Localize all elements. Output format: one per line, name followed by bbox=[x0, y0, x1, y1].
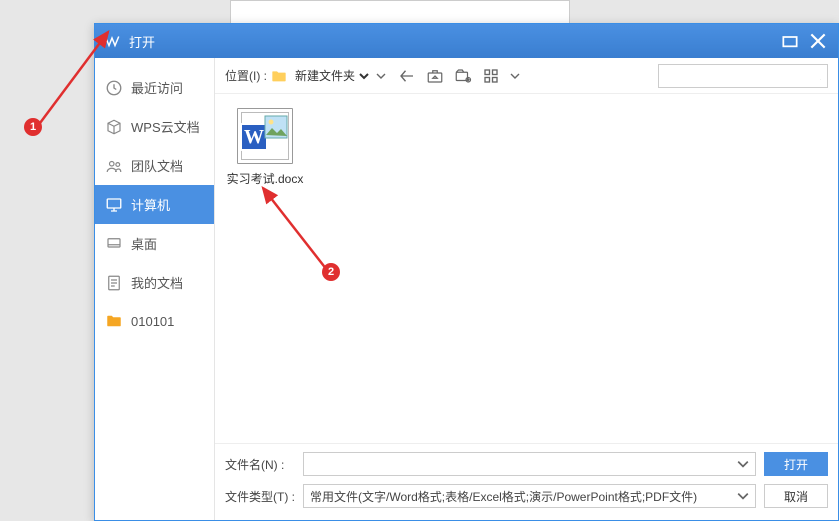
sidebar-item-010101[interactable]: 010101 bbox=[95, 302, 214, 340]
search-box[interactable] bbox=[658, 64, 828, 88]
image-preview-icon bbox=[264, 115, 288, 139]
filename-label: 文件名(N) : bbox=[225, 456, 295, 473]
sidebar-item-label: 010101 bbox=[131, 314, 174, 329]
sidebar-item-label: 桌面 bbox=[131, 234, 157, 253]
annotation-badge-1: 1 bbox=[24, 118, 42, 136]
monitor-icon bbox=[105, 196, 123, 214]
up-icon[interactable] bbox=[426, 67, 444, 85]
sidebar-item-label: 最近访问 bbox=[131, 78, 183, 97]
chevron-down-icon[interactable] bbox=[510, 71, 520, 81]
file-item[interactable]: W 实习考试.docx bbox=[225, 108, 305, 187]
wps-logo-icon bbox=[103, 32, 121, 50]
search-input[interactable] bbox=[665, 69, 820, 83]
sidebar-item-desktop[interactable]: 桌面 bbox=[95, 224, 214, 263]
document-icon bbox=[105, 274, 123, 292]
view-mode-icon[interactable] bbox=[482, 67, 500, 85]
team-icon bbox=[105, 157, 123, 175]
search-icon bbox=[820, 69, 821, 83]
toolbar: 位置(I) : 新建文件夹 bbox=[215, 58, 838, 94]
file-thumbnail: W bbox=[237, 108, 293, 164]
filetype-value: 常用文件(文字/Word格式;表格/Excel格式;演示/PowerPoint格… bbox=[310, 488, 737, 505]
sidebar-item-computer[interactable]: 计算机 bbox=[95, 185, 214, 224]
chevron-down-icon bbox=[737, 458, 749, 470]
cube-icon bbox=[105, 118, 123, 136]
location-label: 位置(I) : bbox=[225, 67, 267, 84]
titlebar[interactable]: 打开 bbox=[95, 24, 838, 58]
sidebar-item-mydocs[interactable]: 我的文档 bbox=[95, 263, 214, 302]
sidebar: 最近访问 WPS云文档 团队文档 计算机 桌面 我的文档 bbox=[95, 58, 215, 520]
folder-icon bbox=[105, 312, 123, 330]
filename-combo[interactable] bbox=[303, 452, 756, 476]
sidebar-item-team[interactable]: 团队文档 bbox=[95, 146, 214, 185]
location-select[interactable]: 新建文件夹 bbox=[291, 68, 372, 84]
sidebar-item-recent[interactable]: 最近访问 bbox=[95, 68, 214, 107]
open-button[interactable]: 打开 bbox=[764, 452, 828, 476]
chevron-down-icon bbox=[737, 490, 749, 502]
new-folder-icon[interactable] bbox=[454, 67, 472, 85]
open-dialog: 打开 最近访问 WPS云文档 团队文档 bbox=[94, 23, 839, 521]
window-title: 打开 bbox=[129, 32, 782, 51]
chevron-down-icon bbox=[376, 71, 386, 81]
footer: 文件名(N) : 打开 文件类型(T) : 常用文件(文字/Word格式;表格/… bbox=[215, 443, 838, 520]
sidebar-item-label: 团队文档 bbox=[131, 156, 183, 175]
back-icon[interactable] bbox=[398, 67, 416, 85]
location-row: 位置(I) : 新建文件夹 bbox=[225, 67, 386, 84]
file-name: 实习考试.docx bbox=[225, 170, 305, 187]
minimize-button[interactable] bbox=[782, 33, 798, 49]
file-area[interactable]: W 实习考试.docx bbox=[215, 94, 838, 443]
sidebar-item-label: 计算机 bbox=[131, 195, 170, 214]
filetype-combo[interactable]: 常用文件(文字/Word格式;表格/Excel格式;演示/PowerPoint格… bbox=[303, 484, 756, 508]
clock-icon bbox=[105, 79, 123, 97]
annotation-badge-2: 2 bbox=[322, 263, 340, 281]
sidebar-item-cloud[interactable]: WPS云文档 bbox=[95, 107, 214, 146]
main-panel: 位置(I) : 新建文件夹 bbox=[215, 58, 838, 520]
background-document-strip bbox=[230, 0, 570, 23]
folder-icon bbox=[271, 69, 287, 83]
sidebar-item-label: WPS云文档 bbox=[131, 117, 200, 136]
desktop-icon bbox=[105, 235, 123, 253]
filetype-label: 文件类型(T) : bbox=[225, 488, 295, 505]
cancel-button[interactable]: 取消 bbox=[764, 484, 828, 508]
sidebar-item-label: 我的文档 bbox=[131, 273, 183, 292]
close-button[interactable] bbox=[810, 33, 826, 49]
